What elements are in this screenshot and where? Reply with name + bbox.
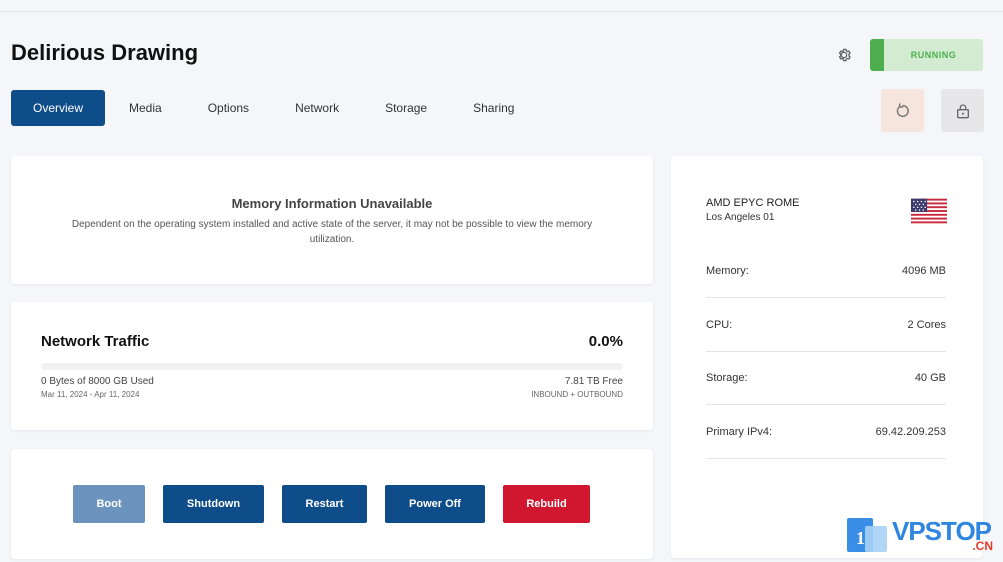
lock-icon	[956, 103, 969, 118]
tab-overview[interactable]: Overview	[11, 90, 106, 126]
network-traffic-card: Network Traffic 0.0% 0 Bytes of 8000 GB …	[11, 302, 653, 430]
tab-storage[interactable]: Storage	[363, 90, 449, 126]
boot-button[interactable]: Boot	[73, 485, 145, 523]
spec-label: Storage:	[706, 371, 748, 384]
power-actions-card: Boot Shutdown Restart Power Off Rebuild	[11, 449, 653, 559]
memory-description: Dependent on the operating system instal…	[71, 219, 593, 245]
spec-label: CPU:	[706, 318, 733, 331]
page-title: Delirious Drawing	[11, 40, 199, 65]
spec-value: 40 GB	[914, 371, 946, 384]
gear-icon[interactable]	[836, 47, 852, 63]
spec-label: Memory:	[706, 264, 749, 277]
power-off-button[interactable]: Power Off	[385, 485, 485, 523]
spec-value: 69.42.209.253	[875, 425, 946, 438]
watermark-suffix: .CN	[972, 539, 993, 553]
network-used: 0 Bytes of 8000 GB Used	[41, 376, 154, 387]
watermark-digit: 1	[856, 528, 865, 548]
network-progress-bar	[41, 363, 623, 370]
network-free: 7.81 TB Free	[564, 376, 623, 387]
spec-row-ipv4: Primary IPv4: 69.42.209.253	[706, 405, 946, 459]
watermark-logo-icon: 1	[847, 518, 887, 552]
network-title: Network Traffic	[41, 333, 150, 350]
memory-info-card: Memory Information Unavailable Dependent…	[11, 156, 653, 284]
shutdown-button[interactable]: Shutdown	[163, 485, 264, 523]
tab-network[interactable]: Network	[273, 90, 361, 126]
spec-row-memory: Memory: 4096 MB	[706, 244, 946, 298]
tab-bar: Overview Media Options Network Storage S…	[11, 90, 538, 126]
spec-row-cpu: CPU: 2 Cores	[706, 298, 946, 352]
spec-label: Primary IPv4:	[706, 425, 773, 438]
reboot-button[interactable]	[881, 89, 924, 132]
memory-title: Memory Information Unavailable	[231, 196, 433, 211]
us-flag-icon	[911, 198, 947, 224]
restart-button[interactable]: Restart	[282, 485, 367, 523]
server-specs-card: AMD EPYC ROME Los Angeles 01 Memory: 409…	[671, 156, 983, 558]
spec-value: 2 Cores	[907, 318, 946, 331]
tab-media[interactable]: Media	[107, 90, 184, 126]
tab-sharing[interactable]: Sharing	[451, 90, 536, 126]
spec-value: 4096 MB	[901, 264, 946, 277]
cpu-model: AMD EPYC ROME	[706, 197, 800, 209]
lock-button[interactable]	[941, 89, 984, 132]
network-percent: 0.0%	[588, 333, 623, 350]
status-badge: RUNNING	[870, 39, 983, 71]
vpstop-watermark: 1 VPSTOP .CN	[847, 516, 999, 556]
rebuild-button[interactable]: Rebuild	[503, 485, 590, 523]
top-divider	[0, 11, 1003, 12]
refresh-icon	[896, 102, 909, 117]
network-date-range: Mar 11, 2024 - Apr 11, 2024	[41, 390, 140, 399]
spec-row-storage: Storage: 40 GB	[706, 351, 946, 405]
server-location: Los Angeles 01	[706, 212, 775, 223]
network-direction: INBOUND + OUTBOUND	[531, 390, 623, 399]
tab-options[interactable]: Options	[186, 90, 271, 126]
